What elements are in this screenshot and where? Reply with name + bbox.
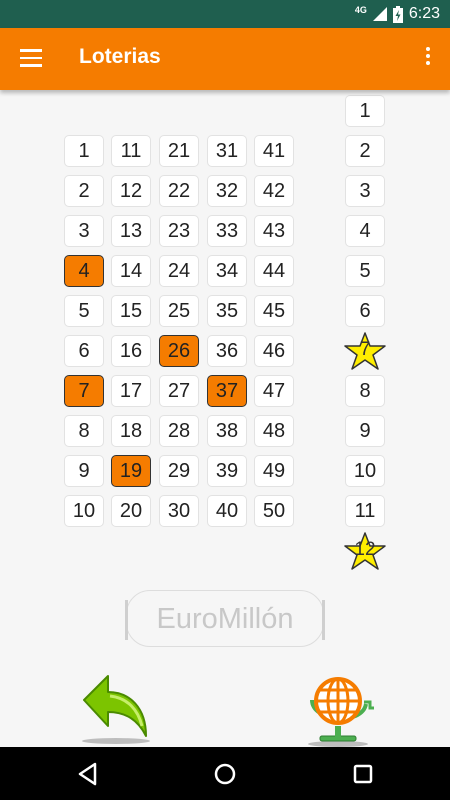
selected-star-icon[interactable]: 7 [341, 331, 389, 371]
number-cell[interactable]: 11 [111, 135, 151, 167]
star-cell[interactable]: 8 [345, 375, 385, 407]
number-cell[interactable]: 36 [207, 335, 247, 367]
lottery-globe-icon[interactable] [298, 674, 378, 748]
star-cell[interactable]: 5 [345, 255, 385, 287]
number-cell[interactable]: 6 [64, 335, 104, 367]
number-cell[interactable]: 3 [64, 215, 104, 247]
number-cell[interactable]: 49 [254, 455, 294, 487]
lottery-board: 1 2 3 4 5 6 7 8 9 10 11 12 13 14 15 16 17 18 19 20 21 22 23 24 2… [0, 90, 450, 747]
game-name-label: EuroMillón [125, 590, 325, 647]
hamburger-menu-icon[interactable] [20, 49, 42, 67]
network-type: 4G [354, 5, 367, 15]
number-cell[interactable]: 29 [159, 455, 199, 487]
number-cell[interactable]: 2 [64, 175, 104, 207]
number-cell[interactable]: 45 [254, 295, 294, 327]
selected-star-icon[interactable]: 12 [341, 531, 389, 571]
star-cell[interactable]: 10 [345, 455, 385, 487]
number-cell[interactable]: 28 [159, 415, 199, 447]
number-cell[interactable]: 44 [254, 255, 294, 287]
battery-charging-icon [392, 5, 403, 23]
number-cell[interactable]: 19 [111, 455, 151, 487]
app-bar: Loterias [0, 28, 450, 90]
number-cell[interactable]: 43 [254, 215, 294, 247]
number-cell[interactable]: 38 [207, 415, 247, 447]
number-cell[interactable]: 12 [111, 175, 151, 207]
number-cell[interactable]: 26 [159, 335, 199, 367]
home-circle-icon[interactable] [212, 761, 238, 787]
number-cell[interactable]: 41 [254, 135, 294, 167]
star-cell[interactable]: 6 [345, 295, 385, 327]
status-bar: 4G 6:23 [0, 0, 450, 28]
number-cell[interactable]: 14 [111, 255, 151, 287]
star-number: 12 [354, 539, 376, 560]
number-cell[interactable]: 18 [111, 415, 151, 447]
number-cell[interactable]: 17 [111, 375, 151, 407]
number-cell[interactable]: 4 [64, 255, 104, 287]
star-cell[interactable]: 2 [345, 135, 385, 167]
number-cell[interactable]: 21 [159, 135, 199, 167]
overflow-menu-icon[interactable] [424, 47, 432, 71]
number-cell[interactable]: 8 [64, 415, 104, 447]
number-cell[interactable]: 39 [207, 455, 247, 487]
star-number: 7 [359, 339, 371, 360]
number-cell[interactable]: 34 [207, 255, 247, 287]
star-cell[interactable]: 9 [345, 415, 385, 447]
star-cell[interactable]: 3 [345, 175, 385, 207]
number-cell[interactable]: 1 [64, 135, 104, 167]
number-cell[interactable]: 35 [207, 295, 247, 327]
system-nav-bar [0, 747, 450, 800]
status-time: 6:23 [408, 5, 440, 22]
number-cell[interactable]: 7 [64, 375, 104, 407]
star-cell[interactable]: 4 [345, 215, 385, 247]
number-cell[interactable]: 42 [254, 175, 294, 207]
number-cell[interactable]: 46 [254, 335, 294, 367]
number-cell[interactable]: 23 [159, 215, 199, 247]
number-cell[interactable]: 10 [64, 495, 104, 527]
number-cell[interactable]: 5 [64, 295, 104, 327]
recents-square-icon[interactable] [350, 761, 376, 787]
number-cell[interactable]: 37 [207, 375, 247, 407]
number-cell[interactable]: 50 [254, 495, 294, 527]
number-cell[interactable]: 22 [159, 175, 199, 207]
star-cell[interactable]: 1 [345, 95, 385, 127]
number-cell[interactable]: 16 [111, 335, 151, 367]
number-cell[interactable]: 25 [159, 295, 199, 327]
number-cell[interactable]: 40 [207, 495, 247, 527]
number-cell[interactable]: 15 [111, 295, 151, 327]
number-cell[interactable]: 30 [159, 495, 199, 527]
number-cell[interactable]: 47 [254, 375, 294, 407]
number-cell[interactable]: 9 [64, 455, 104, 487]
number-cell[interactable]: 48 [254, 415, 294, 447]
star-cell[interactable]: 11 [345, 495, 385, 527]
number-cell[interactable]: 33 [207, 215, 247, 247]
app-title: Loterias [79, 45, 161, 68]
back-triangle-icon[interactable] [75, 761, 101, 787]
number-cell[interactable]: 27 [159, 375, 199, 407]
number-cell[interactable]: 13 [111, 215, 151, 247]
number-cell[interactable]: 32 [207, 175, 247, 207]
number-cell[interactable]: 24 [159, 255, 199, 287]
number-cell[interactable]: 20 [111, 495, 151, 527]
signal-icon [372, 7, 387, 21]
number-cell[interactable]: 31 [207, 135, 247, 167]
back-arrow-icon[interactable] [72, 670, 152, 746]
